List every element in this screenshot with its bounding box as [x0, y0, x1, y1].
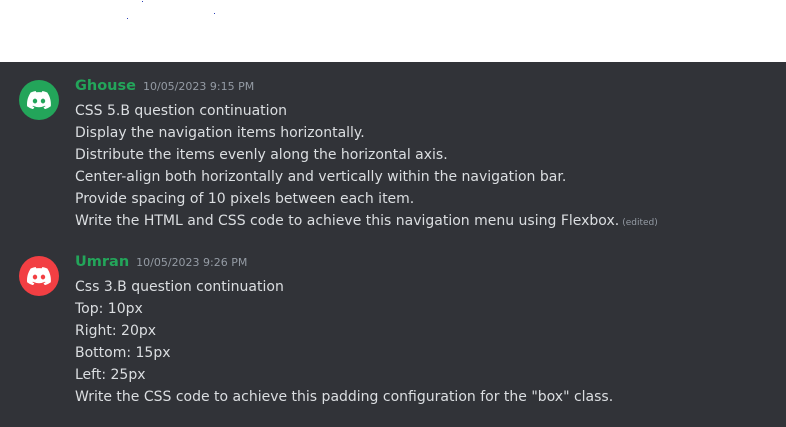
message-line: Distribute the items evenly along the ho… — [75, 147, 448, 163]
avatar[interactable] — [19, 80, 59, 120]
message-line: Top: 10px — [75, 301, 143, 317]
discord-logo-icon — [27, 267, 51, 285]
discord-logo-icon — [27, 91, 51, 109]
chat-message: Umran 10/05/2023 9:26 PM Css 3.B questio… — [0, 254, 786, 414]
chat-message: Ghouse 10/05/2023 9:15 PM CSS 5.B questi… — [0, 78, 786, 238]
message-line: Write the CSS code to achieve this paddi… — [75, 389, 614, 405]
message-line: Provide spacing of 10 pixels between eac… — [75, 191, 415, 207]
chat-message-list: Ghouse 10/05/2023 9:15 PM CSS 5.B questi… — [0, 62, 786, 427]
edited-label: (edited) — [622, 218, 658, 228]
avatar[interactable] — [19, 256, 59, 296]
message-line-last: Write the HTML and CSS code to achieve t… — [75, 210, 658, 234]
message-header: Ghouse 10/05/2023 9:15 PM — [75, 78, 254, 98]
artifact-dot — [214, 13, 215, 14]
message-line: Display the navigation items horizontall… — [75, 125, 365, 141]
message-line: CSS 5.B question continuation — [75, 103, 288, 119]
message-line: Left: 25px — [75, 367, 146, 383]
username[interactable]: Ghouse — [75, 78, 136, 94]
message-line: Bottom: 15px — [75, 345, 171, 361]
message-line: Right: 20px — [75, 323, 157, 339]
message-content: Css 3.B question continuation Top: 10px … — [75, 276, 613, 408]
artifact-dot — [127, 18, 128, 19]
timestamp: 10/05/2023 9:26 PM — [136, 256, 248, 269]
message-header: Umran 10/05/2023 9:26 PM — [75, 254, 247, 274]
timestamp: 10/05/2023 9:15 PM — [142, 80, 255, 93]
message-line: Center-align both horizontally and verti… — [75, 169, 567, 185]
message-line: Css 3.B question continuation — [75, 279, 284, 295]
message-content: CSS 5.B question continuation Display th… — [75, 100, 658, 234]
artifact-dot — [142, 1, 143, 2]
message-line-text: Write the HTML and CSS code to achieve t… — [75, 213, 620, 229]
top-blank-area — [0, 0, 786, 62]
username[interactable]: Umran — [75, 254, 129, 270]
